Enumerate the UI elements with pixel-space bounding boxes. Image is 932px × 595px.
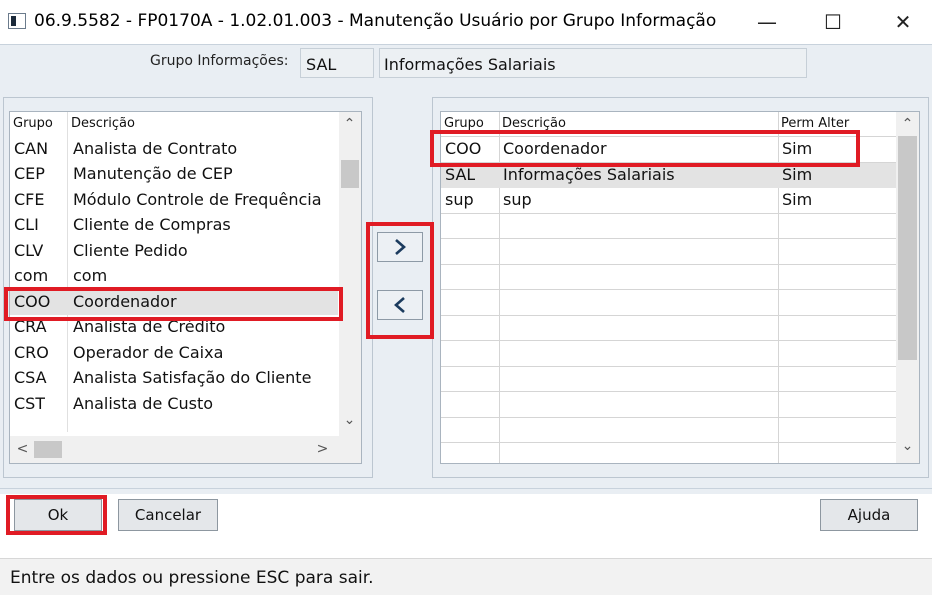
table-row[interactable]: CLV Cliente Pedido [10, 239, 338, 264]
left-vertical-scrollbar[interactable]: ⌃ ⌄ [339, 112, 361, 436]
close-button[interactable]: ✕ [880, 0, 926, 44]
scroll-left-icon[interactable]: < [14, 441, 31, 457]
minimize-button[interactable]: — [744, 0, 790, 44]
grupo-label: Grupo Informações: [150, 53, 289, 69]
help-button[interactable]: Ajuda [820, 499, 918, 531]
highlight-box-right-coo [430, 130, 860, 167]
table-row[interactable]: com com [10, 264, 338, 289]
table-row[interactable]: CFE Módulo Controle de Frequência [10, 188, 338, 213]
highlight-box-left-coo [4, 287, 343, 321]
column-header-grupo[interactable]: Grupo [13, 112, 53, 136]
table-row[interactable]: CRO Operador de Caixa [10, 341, 338, 366]
left-horizontal-scrollbar[interactable]: < > [10, 436, 361, 463]
horizontal-scrollbar-thumb[interactable] [34, 441, 62, 458]
chevron-left-icon [394, 297, 405, 313]
scroll-up-icon[interactable]: ⌃ [341, 116, 358, 132]
column-header-descricao[interactable]: Descrição [71, 112, 135, 136]
table-row[interactable]: sup sup Sim [441, 188, 896, 213]
grupo-code-field: SAL [300, 48, 374, 78]
table-row[interactable]: CAN Analista de Contrato [10, 137, 338, 162]
status-text: Entre os dados ou pressione ESC para sai… [10, 568, 374, 588]
maximize-button[interactable]: ☐ [810, 0, 856, 44]
table-row[interactable]: CST Analista de Custo [10, 392, 338, 417]
move-right-button[interactable] [377, 232, 423, 262]
scrollbar-thumb[interactable] [341, 160, 359, 188]
app-icon[interactable] [8, 13, 26, 29]
scroll-right-icon[interactable]: > [314, 441, 331, 457]
table-row[interactable]: CEP Manutenção de CEP [10, 162, 338, 187]
scrollbar-thumb[interactable] [898, 136, 917, 360]
window-title: 06.9.5582 - FP0170A - 1.02.01.003 - Manu… [34, 11, 717, 31]
cancel-button[interactable]: Cancelar [118, 499, 218, 531]
highlight-box-ok [6, 495, 107, 535]
table-row[interactable]: CLI Cliente de Compras [10, 213, 338, 238]
table-row[interactable]: CSA Analista Satisfação do Cliente [10, 366, 338, 391]
scroll-down-icon[interactable]: ⌄ [341, 412, 358, 428]
chevron-right-icon [395, 239, 406, 255]
move-left-button[interactable] [377, 290, 423, 320]
scroll-down-icon[interactable]: ⌄ [899, 438, 916, 454]
grupo-description-field: Informações Salariais [379, 48, 807, 78]
right-vertical-scrollbar[interactable]: ⌃ ⌄ [896, 112, 919, 463]
scroll-up-icon[interactable]: ⌃ [899, 116, 916, 132]
